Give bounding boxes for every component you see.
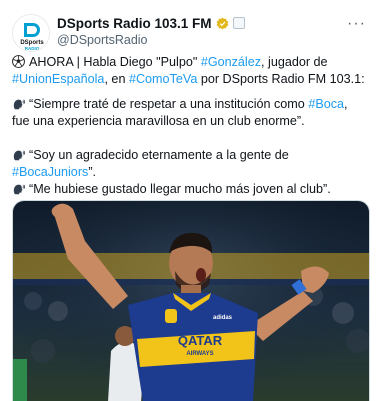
intro-text: AHORA | Habla Diego "Pulpo" (29, 55, 201, 69)
soccer-ball-icon (12, 55, 25, 68)
hashtag-boca[interactable]: #Boca (308, 97, 344, 111)
intro-text-sep: , en (104, 72, 129, 86)
svg-text:adidas: adidas (213, 315, 233, 321)
svg-text:RADIO: RADIO (25, 46, 40, 51)
quote-1-text: “Siempre traté de respetar a una institu… (29, 97, 309, 111)
tweet-header: DSports RADIO DSports Radio 103.1 FM @DS… (12, 8, 368, 52)
paragraph-quote-2: “Soy un agradecido eternamente a la gent… (12, 147, 368, 181)
verified-badge-icon (216, 17, 228, 29)
hashtag-gonzalez[interactable]: #González (201, 55, 261, 69)
paragraph-quote-3: “Me hubiese gustado llegar mucho más jov… (12, 181, 368, 198)
affiliate-badge-icon (232, 17, 245, 29)
celebrating-player-photo: adidas QATAR AIRWAYS (13, 201, 369, 401)
paragraph-quote-1: “Siempre traté de respetar a una institu… (12, 96, 368, 130)
quote-2-text: “Soy un agradecido eternamente a la gent… (29, 148, 289, 162)
hashtag-cometeva[interactable]: #ComoTeVa (129, 72, 197, 86)
intro-text-suffix: por DSports Radio FM 103.1: (197, 72, 365, 86)
speaking-head-icon (13, 99, 25, 110)
svg-text:AIRWAYS: AIRWAYS (186, 351, 213, 357)
dsports-logo: DSports RADIO (13, 15, 49, 51)
quote-3-text: “Me hubiese gustado llegar mucho más jov… (29, 182, 331, 196)
svg-text:QATAR: QATAR (178, 333, 223, 348)
paragraph-intro: AHORA | Habla Diego "Pulpo" #González, j… (12, 54, 368, 88)
more-options-icon[interactable]: ··· (347, 16, 366, 32)
intro-text-mid: , jugador de (261, 55, 328, 69)
display-name[interactable]: DSports Radio 103.1 FM (57, 16, 212, 31)
hashtag-bocajuniors[interactable]: #BocaJuniors (12, 165, 88, 179)
quote-2-suffix: ”. (88, 165, 97, 179)
speaking-head-icon (13, 184, 25, 195)
name-row: DSports Radio 103.1 FM (57, 14, 245, 32)
hashtag-unionespanola[interactable]: #UnionEspañola (12, 72, 104, 86)
speaking-head-icon (13, 150, 25, 161)
handle[interactable]: @DSportsRadio (57, 33, 148, 47)
avatar[interactable]: DSports RADIO (12, 14, 50, 52)
tweet-media-image[interactable]: adidas QATAR AIRWAYS (12, 200, 370, 401)
